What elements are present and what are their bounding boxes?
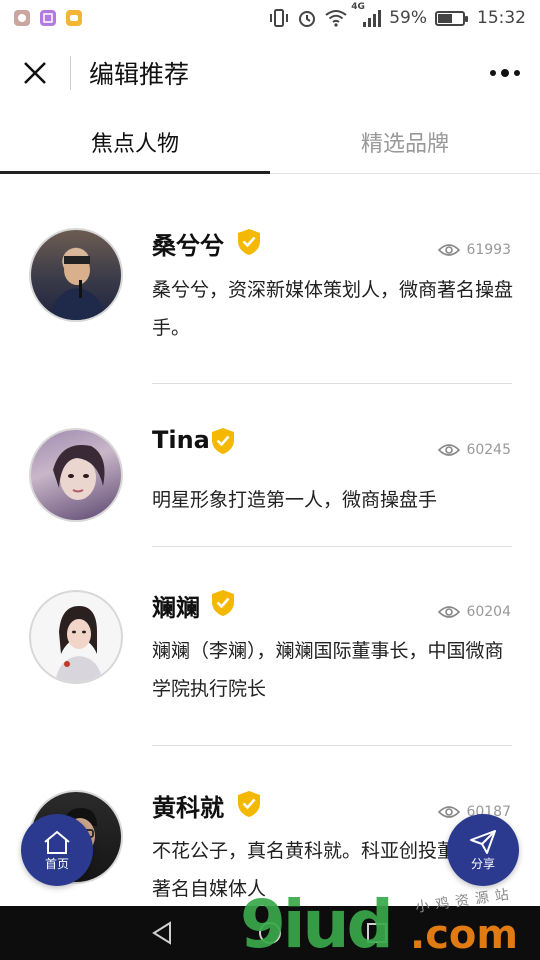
view-count: 60204 [438,604,511,620]
person-name: Tina [152,426,210,454]
tab-bar: 焦点人物 精选品牌 [0,110,540,174]
vibrate-icon [270,9,289,27]
person-name: 斓斓 [152,594,200,622]
list-divider [152,745,512,746]
eye-icon [438,806,461,818]
send-icon [470,829,496,854]
gallery-notification-icon [40,10,56,26]
more-options-button[interactable] [470,40,540,106]
more-icon [490,70,496,76]
share-button[interactable]: 分享 [447,814,519,886]
verified-badge-icon [212,428,234,454]
person-description: 桑兮兮，资深新媒体策划人，微商著名操盘手。 [152,279,514,339]
more-icon-dot [514,70,520,76]
recents-icon[interactable] [364,920,390,946]
view-count-value: 60245 [466,442,511,458]
battery-icon [435,10,468,26]
app-header: 编辑推荐 [0,40,540,106]
home-nav-icon[interactable] [257,920,283,946]
status-bar: 4G 59% 15:32 [0,0,540,36]
clock: 15:32 [477,8,526,28]
tab-focus-people[interactable]: 焦点人物 [0,110,270,174]
verified-badge-icon [238,791,260,817]
battery-percent: 59% [389,8,427,28]
page-title: 编辑推荐 [89,60,190,89]
alarm-icon [299,11,316,27]
verified-badge-icon [212,590,234,616]
person-description: 斓斓（李斓），斓斓国际董事长，中国微商学院执行院长 [152,640,504,700]
system-navigation-bar [0,906,540,960]
share-button-label: 分享 [470,856,495,871]
view-count: 61993 [438,242,511,258]
person-name: 黄科就 [152,794,224,822]
back-icon[interactable] [150,920,176,946]
view-count-value: 60204 [466,604,511,620]
eye-icon [438,444,461,456]
view-count-value: 61993 [466,242,511,258]
person-description: 明星形象打造第一人，微商操盘手 [152,489,438,511]
list-divider [152,383,512,384]
view-count: 60245 [438,442,511,458]
home-button[interactable]: 首页 [21,814,93,886]
tab-selected-brands[interactable]: 精选品牌 [270,110,540,173]
list-divider [152,546,512,547]
close-button[interactable] [0,40,70,106]
avatar [29,590,123,684]
messenger-notification-icon [66,10,82,26]
home-icon [44,830,70,854]
avatar [29,228,123,322]
avatar [29,428,123,522]
eye-icon [438,606,461,618]
person-name: 桑兮兮 [152,232,224,260]
wifi-icon [325,10,347,27]
home-button-label: 首页 [44,856,69,871]
cellular-signal-icon: 4G [351,2,382,28]
battery-level [438,13,453,23]
eye-icon [438,244,461,256]
header-divider [70,56,71,90]
close-icon [24,62,46,84]
app-notification-icon [14,10,30,26]
verified-badge-icon [238,229,260,255]
more-icon-dot [501,69,509,77]
